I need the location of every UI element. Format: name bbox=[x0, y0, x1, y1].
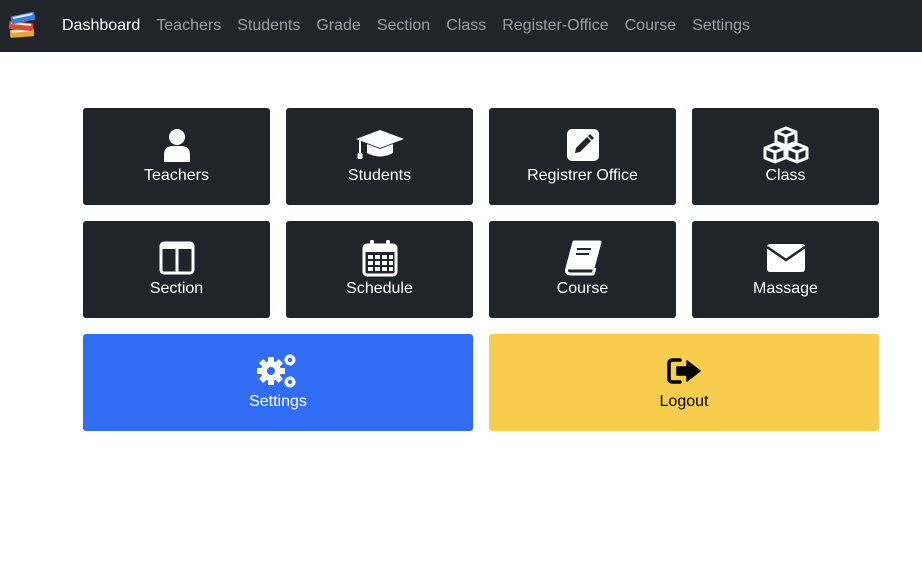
schedule-tile-label: Schedule bbox=[346, 280, 413, 297]
nav-link-dashboard[interactable]: Dashboard bbox=[54, 18, 148, 34]
course-tile[interactable]: Course bbox=[489, 221, 676, 318]
nav-link-course[interactable]: Course bbox=[617, 18, 685, 34]
nav-link-register-office[interactable]: Register-Office bbox=[494, 18, 616, 34]
section-tile-label: Section bbox=[149, 280, 204, 297]
nav-link-class[interactable]: Class bbox=[438, 18, 494, 34]
nav-link-settings[interactable]: Settings bbox=[684, 18, 758, 34]
book-icon bbox=[564, 240, 602, 276]
nav-link-teachers[interactable]: Teachers bbox=[148, 18, 229, 34]
course-tile-label: Course bbox=[556, 280, 609, 297]
top-navbar: Dashboard Teachers Students Grade Sectio… bbox=[0, 0, 922, 52]
students-tile-label: Students bbox=[347, 167, 412, 184]
graduation-cap-icon bbox=[355, 127, 405, 163]
nav-link-students[interactable]: Students bbox=[229, 18, 308, 34]
settings-tile[interactable]: Settings bbox=[83, 334, 473, 431]
teachers-tile[interactable]: Teachers bbox=[83, 108, 270, 205]
sign-out-icon bbox=[666, 353, 702, 389]
logout-tile[interactable]: Logout bbox=[489, 334, 879, 431]
nav-link-grade[interactable]: Grade bbox=[308, 18, 368, 34]
registrar-office-tile-label: Registrer Office bbox=[527, 167, 638, 184]
registrar-office-tile[interactable]: Registrer Office bbox=[489, 108, 676, 205]
schedule-tile[interactable]: Schedule bbox=[286, 221, 473, 318]
columns-icon bbox=[159, 240, 195, 276]
calendar-icon bbox=[362, 240, 398, 277]
nav-links: Dashboard Teachers Students Grade Sectio… bbox=[54, 0, 758, 52]
section-tile[interactable]: Section bbox=[83, 221, 270, 318]
logout-tile-label: Logout bbox=[659, 393, 709, 410]
class-tile-label: Class bbox=[765, 167, 806, 184]
books-icon[interactable] bbox=[7, 10, 39, 40]
students-tile[interactable]: Students bbox=[286, 108, 473, 205]
teachers-tile-label: Teachers bbox=[144, 167, 209, 184]
user-icon bbox=[162, 127, 192, 163]
envelope-icon bbox=[765, 240, 806, 276]
massage-tile[interactable]: Massage bbox=[692, 221, 879, 318]
gears-icon bbox=[256, 353, 300, 389]
massage-tile-label: Massage bbox=[753, 280, 818, 297]
settings-tile-label: Settings bbox=[249, 393, 307, 410]
nav-link-section[interactable]: Section bbox=[369, 18, 438, 34]
class-tile[interactable]: Class bbox=[692, 108, 879, 205]
cubes-icon bbox=[762, 126, 810, 164]
pencil-square-icon bbox=[566, 127, 600, 163]
